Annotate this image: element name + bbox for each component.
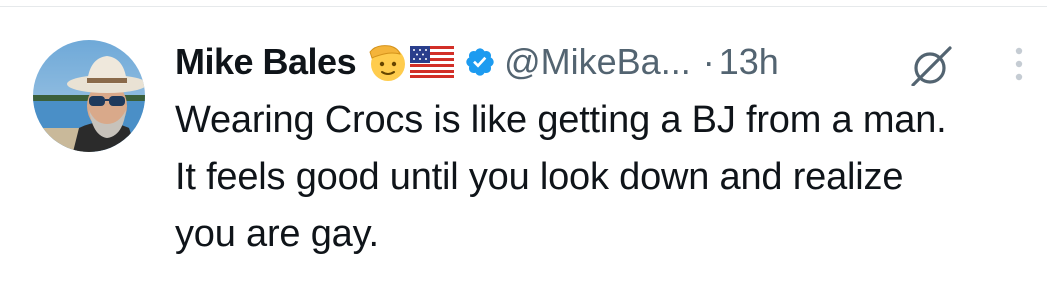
avatar-image <box>33 40 145 152</box>
tweet-text-line: you are gay. <box>175 213 379 255</box>
tweet[interactable]: Mike Bales @MikeBa... · 13h Wearing Croc… <box>175 34 1025 263</box>
avatar[interactable] <box>33 40 145 152</box>
handle[interactable]: @MikeBa... <box>504 41 691 83</box>
tweet-header: Mike Bales @MikeBa... · 13h <box>175 34 1025 90</box>
tweet-text-line: It feels good until you look down and re… <box>175 156 904 198</box>
us-flag-emoji <box>410 46 455 78</box>
display-name[interactable]: Mike Bales <box>175 41 357 83</box>
more-icon[interactable] <box>1013 45 1025 85</box>
tweet-text-line: Wearing Crocs is like getting a BJ from … <box>175 99 947 141</box>
separator-dot: · <box>702 41 715 82</box>
grok-icon[interactable] <box>904 46 956 87</box>
saluting-face-emoji <box>364 40 408 84</box>
top-divider <box>0 6 1047 7</box>
verified-badge-icon[interactable] <box>464 46 496 78</box>
tweet-text: Wearing Crocs is like getting a BJ from … <box>175 92 1025 263</box>
timestamp[interactable]: 13h <box>719 41 779 83</box>
